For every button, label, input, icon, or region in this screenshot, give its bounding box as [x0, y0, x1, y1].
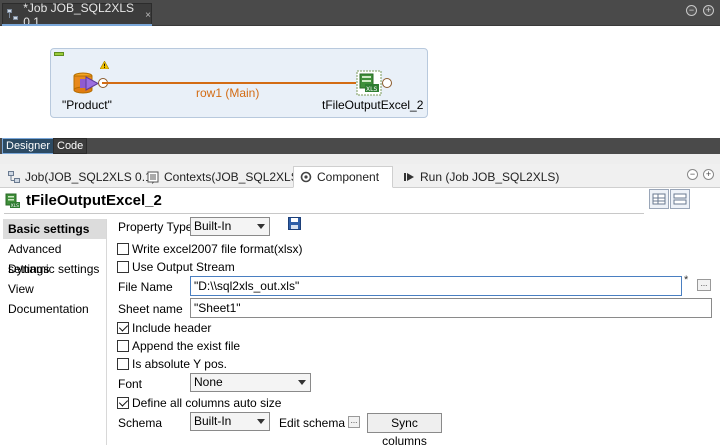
tab-run[interactable]: Run (Job JOB_SQL2XLS) — [397, 166, 565, 188]
property-type-select[interactable]: Built-In — [190, 217, 270, 236]
output-connector-right[interactable] — [382, 78, 392, 88]
subjob-collapse-marker[interactable] — [54, 52, 64, 56]
schema-value: Built-In — [194, 414, 232, 428]
include-header-label: Include header — [132, 321, 212, 335]
absolute-y-checkbox[interactable] — [117, 358, 129, 370]
excel-output-icon: XLS — [5, 193, 20, 209]
view-minimize-icon[interactable]: − — [687, 169, 698, 180]
contexts-icon — [147, 171, 159, 183]
warning-icon — [100, 61, 109, 69]
write-excel2007-checkbox[interactable] — [117, 243, 129, 255]
schema-select[interactable]: Built-In — [190, 412, 270, 431]
split-view-icon[interactable] — [670, 189, 690, 209]
chevron-down-icon — [257, 419, 265, 424]
view-maximize-icon[interactable]: + — [703, 169, 714, 180]
target-component-label[interactable]: tFileOutputExcel_2 — [322, 98, 423, 112]
sash[interactable] — [0, 154, 720, 164]
write-excel2007-label: Write excel2007 file format(xlsx) — [132, 242, 303, 256]
file-name-label: File Name — [118, 280, 173, 294]
svg-text:XLS: XLS — [366, 86, 377, 93]
source-component-label[interactable]: "Product" — [62, 98, 112, 112]
close-icon[interactable]: × — [145, 10, 151, 21]
chevron-down-icon — [298, 380, 306, 385]
tab-run-label: Run (Job JOB_SQL2XLS) — [420, 170, 560, 184]
component-title: tFileOutputExcel_2 — [26, 192, 162, 209]
use-output-stream-checkbox[interactable] — [117, 261, 129, 273]
browse-file-button[interactable]: ... — [697, 279, 711, 291]
svg-text:XLS: XLS — [11, 203, 20, 209]
include-header-checkbox[interactable] — [117, 322, 129, 334]
tab-code[interactable]: Code — [53, 138, 88, 154]
sync-columns-button[interactable]: Sync columns — [367, 413, 442, 445]
minimize-icon[interactable]: − — [686, 5, 697, 16]
append-exist-checkbox[interactable] — [117, 340, 129, 352]
basic-settings-form: Property Type Built-In Write excel2007 f… — [108, 216, 720, 445]
tab-component[interactable]: Component — [293, 166, 393, 188]
schema-label: Schema — [118, 416, 163, 430]
append-exist-label: Append the exist file — [132, 339, 241, 353]
required-marker: * — [684, 274, 689, 286]
job-icon — [8, 171, 20, 183]
designer-canvas[interactable]: XLS row1 (Main) "Product" tFileOutputExc… — [2, 26, 718, 138]
save-icon[interactable] — [288, 217, 301, 230]
chevron-down-icon — [257, 224, 265, 229]
sheet-name-label: Sheet name — [118, 302, 183, 316]
edit-schema-button[interactable]: ... — [348, 416, 360, 428]
property-type-value: Built-In — [194, 219, 232, 233]
component-header: XLS tFileOutputExcel_2 — [0, 189, 720, 216]
font-select[interactable]: None — [190, 373, 311, 392]
sheet-name-input[interactable]: "Sheet1" — [190, 298, 712, 318]
define-autosize-label: Define all columns auto size — [132, 396, 282, 410]
header-divider — [4, 213, 644, 214]
component-icon — [300, 171, 312, 183]
side-tab-view[interactable]: View — [3, 279, 106, 299]
tab-job[interactable]: Job(JOB_SQL2XLS 0.1) — [2, 166, 162, 188]
editor-mode-tabs: Designer Code — [0, 138, 720, 154]
editor-tab-bar: *Job JOB_SQL2XLS 0.1 × − + — [0, 0, 720, 29]
property-type-label: Property Type — [118, 220, 193, 234]
table-view-icon[interactable] — [649, 189, 669, 209]
row-link-line[interactable] — [102, 82, 356, 84]
side-tab-dynamic-settings[interactable]: Dynamic settings — [3, 259, 106, 279]
maximize-icon[interactable]: + — [703, 5, 714, 16]
font-label: Font — [118, 377, 143, 391]
job-editor-tab[interactable]: *Job JOB_SQL2XLS 0.1 × — [2, 1, 152, 29]
side-tab-basic-settings[interactable]: Basic settings — [3, 219, 106, 239]
tab-component-label: Component — [317, 170, 380, 184]
tab-designer[interactable]: Designer — [2, 138, 55, 154]
use-output-stream-label: Use Output Stream — [132, 260, 235, 274]
edit-schema-label: Edit schema — [279, 416, 346, 430]
view-tab-bar: Job(JOB_SQL2XLS 0.1) Contexts(JOB_SQL2XL… — [0, 164, 720, 188]
settings-side-tabs: Basic settings Advanced settings Dynamic… — [3, 219, 107, 445]
side-tab-advanced-settings[interactable]: Advanced settings — [3, 239, 106, 276]
define-autosize-checkbox[interactable] — [117, 397, 129, 409]
tab-job-label: Job(JOB_SQL2XLS 0.1) — [25, 170, 156, 184]
run-icon — [403, 171, 415, 183]
absolute-y-label: Is absolute Y pos. — [132, 357, 227, 371]
job-icon — [7, 9, 18, 21]
file-name-input[interactable]: "D:\\sql2xls_out.xls" — [190, 276, 682, 296]
excel-output-component-icon[interactable]: XLS — [356, 70, 382, 96]
link-label[interactable]: row1 (Main) — [196, 86, 259, 100]
database-input-component-icon[interactable] — [72, 72, 100, 96]
tab-contexts[interactable]: Contexts(JOB_SQL2XLS) — [141, 166, 309, 188]
font-value: None — [194, 375, 223, 389]
tab-contexts-label: Contexts(JOB_SQL2XLS) — [164, 170, 303, 184]
side-tab-documentation[interactable]: Documentation — [3, 299, 106, 319]
